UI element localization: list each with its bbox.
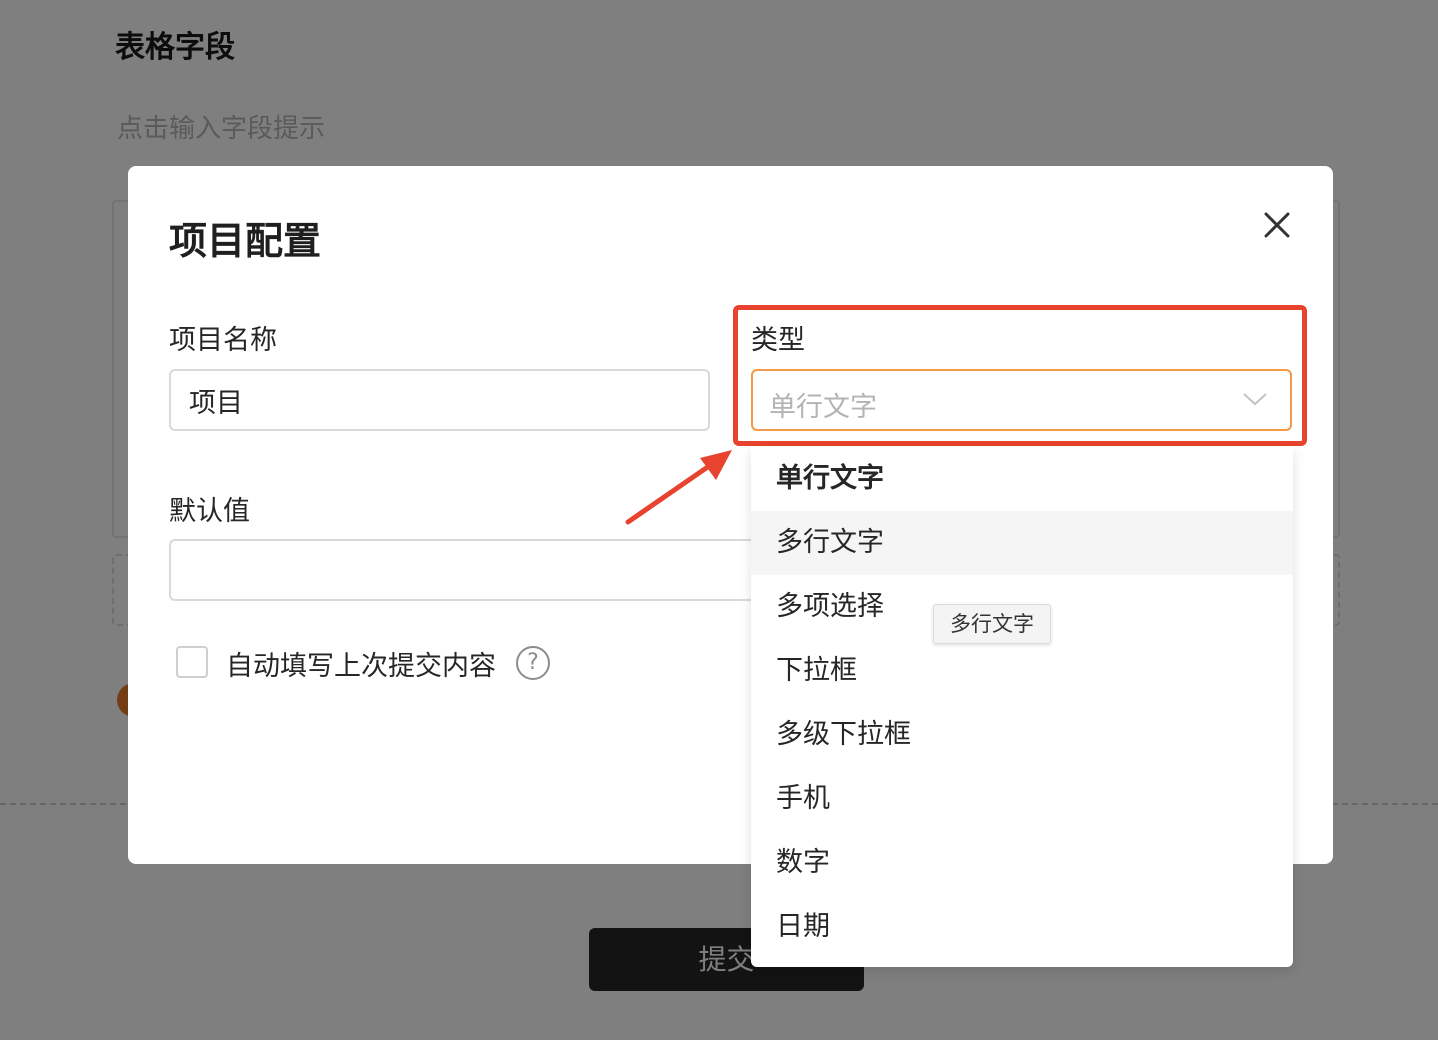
dropdown-option[interactable]: 下拉框 [751,639,1293,703]
dropdown-option[interactable]: 手机 [751,767,1293,831]
modal-title: 项目配置 [169,219,322,263]
dropdown-option[interactable]: 单行文字 [751,447,1293,511]
default-value-label: 默认值 [169,496,250,527]
dropdown-option[interactable]: 多级下拉框 [751,703,1293,767]
autofill-checkbox[interactable] [176,646,208,678]
dropdown-option[interactable]: 多行文字 [751,511,1293,575]
type-select[interactable]: 单行文字 [751,369,1292,431]
type-dropdown-menu: 单行文字 多行文字 多项选择 下拉框 多级下拉框 手机 数字 日期 [751,447,1293,967]
question-circle-icon[interactable]: ? [516,646,550,680]
project-name-input[interactable] [169,369,710,431]
option-tooltip: 多行文字 [933,604,1051,644]
close-icon [1264,212,1290,238]
chevron-down-icon [1243,393,1267,406]
project-name-label: 项目名称 [169,325,277,356]
default-value-input[interactable] [169,539,769,601]
dropdown-option[interactable]: 日期 [751,895,1293,959]
type-label: 类型 [751,325,805,356]
close-button[interactable] [1258,206,1296,244]
dropdown-option[interactable]: 数字 [751,831,1293,895]
type-select-value: 单行文字 [769,392,877,423]
autofill-label: 自动填写上次提交内容 [226,651,496,682]
